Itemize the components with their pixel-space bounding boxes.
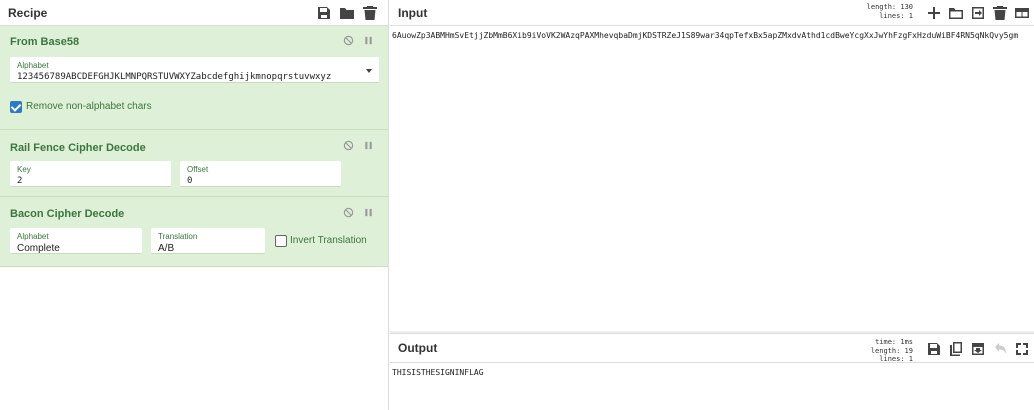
invert-translation-checkbox[interactable]: [275, 235, 287, 247]
disable-icon[interactable]: [343, 35, 354, 46]
key-label: Key: [17, 165, 31, 174]
alphabet-label: Alphabet: [17, 61, 49, 70]
output-time: time: 1ms: [875, 338, 913, 346]
folder-icon[interactable]: [339, 5, 355, 21]
operation-title: Rail Fence Cipher Decode: [10, 142, 146, 154]
translation-select[interactable]: Translation A/B: [151, 228, 265, 254]
output-text[interactable]: THISISTHESIGNINFLAG: [392, 368, 484, 377]
pause-icon[interactable]: [363, 140, 374, 151]
output-pane: Output time: 1ms length: 19 lines: 1 THI…: [390, 333, 1034, 410]
pause-icon[interactable]: [363, 207, 374, 218]
layout-icon[interactable]: [1014, 5, 1030, 21]
copy-icon[interactable]: [948, 341, 964, 357]
operation-bacon-decode[interactable]: Bacon Cipher Decode Alphabet Complete Tr…: [0, 197, 388, 267]
output-title: Output: [398, 341, 438, 355]
trash-icon[interactable]: [362, 5, 378, 21]
input-stats: length: 130 lines: 1: [867, 3, 913, 20]
remove-non-alphabet-label: Remove non-alphabet chars: [26, 101, 152, 112]
input-textarea[interactable]: 6AuowZp3ABMHmSvEtjjZbMmB6Xib9iVoVK2WAzqP…: [392, 31, 1018, 40]
input-title: Input: [398, 5, 428, 20]
recipe-header: Recipe: [0, 0, 388, 26]
operation-title: Bacon Cipher Decode: [10, 208, 125, 220]
trash-icon[interactable]: [992, 5, 1008, 21]
remove-non-alphabet-checkbox[interactable]: [10, 101, 22, 113]
recipe-pane: Recipe From Base58 Alphabet 123456789ABC…: [0, 0, 389, 410]
input-lines: lines: 1: [879, 11, 913, 20]
recipe-title: Recipe: [8, 5, 48, 20]
undo-icon[interactable]: [992, 341, 1008, 357]
operation-title: From Base58: [10, 36, 80, 48]
invert-translation-label: Invert Translation: [290, 235, 367, 246]
plus-icon[interactable]: [926, 5, 942, 21]
maximize-icon[interactable]: [1014, 341, 1030, 357]
offset-input[interactable]: Offset 0: [180, 161, 341, 187]
open-folder-icon[interactable]: [948, 5, 964, 21]
offset-value: 0: [187, 176, 193, 186]
replace-input-icon[interactable]: [970, 341, 986, 357]
bacon-alphabet-label: Alphabet: [17, 232, 49, 241]
offset-label: Offset: [187, 165, 209, 174]
bacon-alphabet-select[interactable]: Alphabet Complete: [10, 228, 142, 254]
key-value: 2: [17, 176, 23, 186]
chevron-down-icon: [366, 69, 372, 73]
pause-icon[interactable]: [363, 35, 374, 46]
import-icon[interactable]: [970, 5, 986, 21]
operation-from-base58[interactable]: From Base58 Alphabet 123456789ABCDEFGHJK…: [0, 26, 388, 130]
translation-label: Translation: [158, 232, 198, 241]
output-lines: lines: 1: [879, 355, 913, 363]
alphabet-value: 123456789ABCDEFGHJKLMNPQRSTUVWXYZabcdefg…: [17, 72, 332, 82]
output-stats: time: 1ms length: 19 lines: 1: [871, 338, 913, 364]
key-input[interactable]: Key 2: [10, 161, 171, 187]
output-length: length: 19: [870, 346, 913, 355]
input-length: length: 130: [866, 3, 913, 11]
save-icon[interactable]: [926, 341, 942, 357]
disable-icon[interactable]: [343, 140, 354, 151]
disable-icon[interactable]: [343, 207, 354, 218]
bacon-alphabet-value: Complete: [17, 243, 60, 254]
operation-rail-fence-decode[interactable]: Rail Fence Cipher Decode Key 2 Offset 0: [0, 130, 388, 197]
alphabet-select[interactable]: Alphabet 123456789ABCDEFGHJKLMNPQRSTUVWX…: [10, 57, 379, 83]
input-pane: Input length: 130 lines: 1 6AuowZp3ABMHm…: [390, 0, 1034, 331]
translation-value: A/B: [158, 243, 175, 254]
save-icon[interactable]: [316, 5, 332, 21]
